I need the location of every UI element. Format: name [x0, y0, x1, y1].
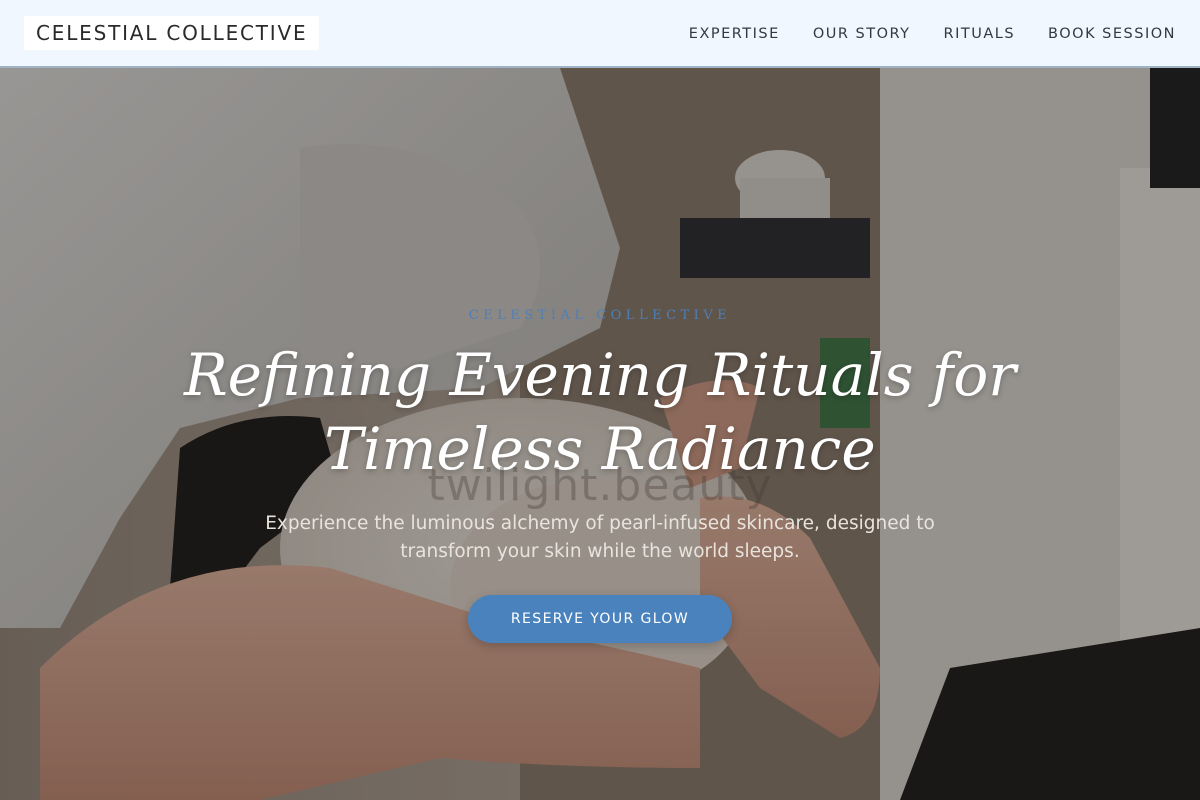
- watermark-text: twilight.beauty: [427, 460, 773, 511]
- reserve-glow-button[interactable]: RESERVE YOUR GLOW: [468, 595, 732, 643]
- brand-logo[interactable]: CELESTIAL COLLECTIVE: [24, 16, 320, 50]
- hero-section: CELESTIAL COLLECTIVE Refining Evening Ri…: [0, 68, 1200, 800]
- nav-link-book-session[interactable]: BOOK SESSION: [1048, 26, 1176, 42]
- main-nav: EXPERTISE OUR STORY RITUALS BOOK SESSION: [689, 0, 1176, 68]
- nav-link-rituals[interactable]: RITUALS: [944, 26, 1016, 42]
- site-header: CELESTIAL COLLECTIVE EXPERTISE OUR STORY…: [0, 0, 1200, 68]
- hero-subtext: Experience the luminous alchemy of pearl…: [265, 513, 935, 562]
- nav-link-expertise[interactable]: EXPERTISE: [689, 26, 780, 42]
- nav-link-our-story[interactable]: OUR STORY: [813, 26, 911, 42]
- hero-eyebrow: CELESTIAL COLLECTIVE: [468, 308, 732, 323]
